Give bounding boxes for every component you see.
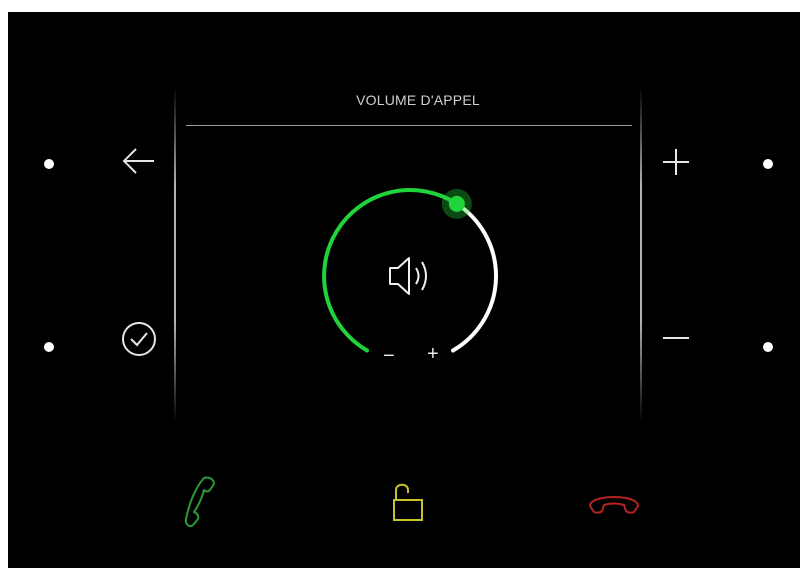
- confirm-button[interactable]: [120, 320, 158, 358]
- phone-answer-icon: [184, 476, 215, 528]
- volume-max-label: +: [427, 343, 439, 365]
- back-button[interactable]: [120, 146, 158, 176]
- title-underline: [186, 125, 632, 126]
- volume-dial[interactable]: − +: [310, 176, 510, 376]
- right-bottom-indicator-dot: [763, 342, 773, 352]
- speaker-icon: [389, 257, 427, 295]
- right-top-indicator-dot: [763, 159, 773, 169]
- volume-min-label: −: [383, 345, 395, 367]
- left-top-indicator-dot: [44, 159, 54, 169]
- left-divider: [174, 86, 176, 422]
- unlock-icon: [393, 483, 423, 521]
- answer-call-button[interactable]: [180, 472, 228, 532]
- intercom-screen: VOLUME D'APPEL − +: [8, 12, 800, 568]
- plus-icon: [663, 149, 689, 175]
- page-title: VOLUME D'APPEL: [356, 92, 480, 108]
- phone-hangup-icon: [589, 496, 639, 514]
- minus-icon: [663, 337, 689, 339]
- unlock-door-button[interactable]: [388, 478, 428, 528]
- arrow-left-icon: [122, 148, 154, 174]
- volume-down-button[interactable]: [660, 322, 692, 354]
- hang-up-button[interactable]: [584, 482, 644, 518]
- check-circle-icon: [122, 322, 156, 356]
- volume-knob[interactable]: [448, 195, 465, 212]
- right-divider: [640, 86, 642, 422]
- volume-up-button[interactable]: [660, 146, 692, 178]
- left-bottom-indicator-dot: [44, 342, 54, 352]
- volume-track: [451, 201, 498, 353]
